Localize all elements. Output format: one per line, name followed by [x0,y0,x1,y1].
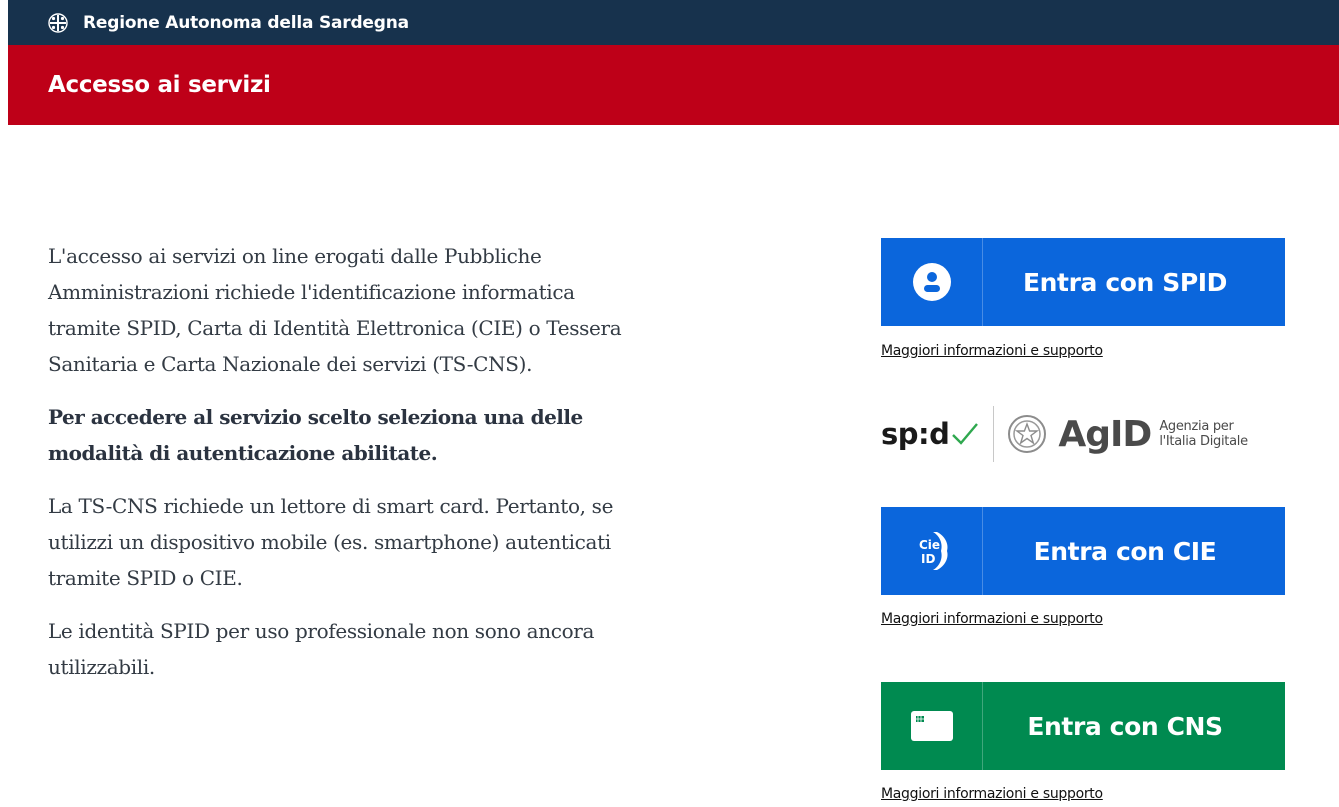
intro-paragraph: L'accesso ai servizi on line erogati dal… [48,244,622,376]
agid-subtitle-line2: l'Italia Digitale [1159,434,1248,449]
spid-button-label: Entra con SPID [1022,267,1227,297]
spid-login-button[interactable]: Entra con SPID [881,238,1285,326]
spid-logo-text: sp:d [881,417,950,451]
spid-info-link[interactable]: Maggiori informazioni e supporto [881,343,1103,359]
user-icon [912,263,951,301]
agid-subtitle: Agenzia per l'Italia Digitale [1159,419,1248,449]
smart-card-icon [910,711,953,741]
region-top-bar: Regione Autonoma della Sardegna [8,0,1339,45]
cie-info-link[interactable]: Maggiori informazioni e supporto [881,611,1103,627]
cns-icon-cell [881,682,983,770]
instruction-paragraph: Per accedere al servizio scelto selezion… [48,405,583,465]
cns-login-button[interactable]: Entra con CNS [881,682,1285,770]
agid-logo-text: AgID [1058,413,1152,455]
cie-button-label: Entra con CIE [1033,536,1217,566]
spid-professional-note: Le identità SPID per uso professionale n… [48,619,595,679]
sardinia-emblem-icon [48,12,68,33]
page-title: Accesso ai servizi [48,72,271,98]
cie-login-button[interactable]: Cie ID Entra con CIE [881,507,1285,595]
ts-cns-note: La TS-CNS richiede un lettore di smart c… [48,494,614,590]
agid-subtitle-line1: Agenzia per [1159,419,1234,434]
logo-divider [993,406,995,462]
title-bar: Accesso ai servizi [8,45,1339,125]
spid-logo: sp:d [881,417,979,451]
cns-info-link[interactable]: Maggiori informazioni e supporto [881,786,1103,802]
region-name[interactable]: Regione Autonoma della Sardegna [83,13,409,33]
spid-agid-logos: sp:d AgID Agenzia per l'Italia Digitale [881,405,1291,463]
spid-icon-cell [881,238,983,326]
cie-icon-cell: Cie ID [881,507,983,595]
italian-republic-emblem-icon [1008,415,1047,453]
svg-text:Cie: Cie [919,538,940,552]
cie-id-icon: Cie ID [914,532,948,570]
intro-text: L'accesso ai servizi on line erogati dal… [48,238,648,702]
svg-text:ID: ID [921,552,935,566]
cns-button-label: Entra con CNS [1027,711,1223,741]
spid-check-icon [952,423,979,445]
